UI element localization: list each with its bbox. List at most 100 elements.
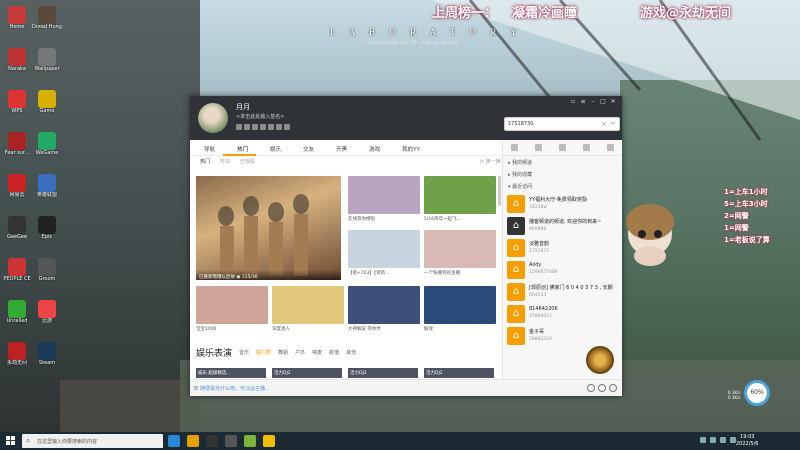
channel-card[interactable] bbox=[348, 176, 420, 214]
maximize-icon[interactable]: □ bbox=[600, 99, 606, 105]
ent-strip[interactable]: 活力DJ2 bbox=[272, 368, 342, 378]
subtab-watched[interactable]: 已观看 bbox=[240, 158, 255, 165]
channel-card[interactable] bbox=[348, 286, 420, 324]
message-icon[interactable] bbox=[582, 144, 590, 151]
badge-icon[interactable] bbox=[252, 124, 258, 130]
badge-icon[interactable] bbox=[276, 124, 282, 130]
tab-entertainment[interactable]: 娱乐 bbox=[256, 140, 289, 156]
clear-icon[interactable]: × bbox=[601, 120, 607, 128]
badge-icon[interactable] bbox=[244, 124, 250, 130]
ent-tab[interactable]: 舞蹈 bbox=[278, 349, 288, 356]
desktop-icon[interactable]: Wallpaper bbox=[32, 48, 62, 72]
taskbar-search[interactable]: ⌕ 在这里输入你要搜索的内容 bbox=[22, 434, 163, 448]
recent-channel-row[interactable]: ⌂ 播客频道的频道, 欢迎你的到来~ 890898 bbox=[503, 214, 622, 236]
badge-icon[interactable] bbox=[260, 124, 266, 130]
side-group[interactable]: ▸ 我的收藏 bbox=[503, 168, 622, 180]
tab-team[interactable]: 开黑 bbox=[322, 140, 355, 156]
recent-channel-row[interactable]: ⌂ 淡雅音韵 1751873 bbox=[503, 236, 622, 258]
desktop-icon[interactable]: 迅游 bbox=[32, 300, 62, 324]
settings-icon[interactable] bbox=[609, 384, 617, 392]
search-input[interactable]: 17518730 bbox=[508, 121, 533, 127]
desktop-icon[interactable]: 网易云 bbox=[2, 174, 32, 198]
group-icon[interactable] bbox=[558, 144, 566, 151]
side-group[interactable]: ▾ 最近访问 bbox=[503, 180, 622, 192]
ent-tab[interactable]: 喊麦 bbox=[312, 349, 322, 356]
channel-card[interactable] bbox=[424, 176, 496, 214]
network-gauge[interactable]: 60% bbox=[744, 380, 770, 406]
play-icon[interactable] bbox=[587, 384, 595, 392]
badge-icon[interactable] bbox=[236, 124, 242, 130]
ent-strip[interactable]: 活力DJ2 bbox=[424, 368, 494, 378]
network-icon[interactable] bbox=[710, 437, 716, 443]
home-icon[interactable] bbox=[511, 144, 519, 151]
channel-card[interactable] bbox=[272, 286, 344, 324]
rank-medal[interactable] bbox=[586, 346, 614, 374]
tray-up-icon[interactable] bbox=[700, 437, 706, 443]
desktop-icon[interactable]: Game bbox=[32, 90, 62, 114]
recent-channel-row[interactable]: ⌂ 金子哥 59802329 bbox=[503, 324, 622, 346]
desktop-icon[interactable]: Fear sur... bbox=[2, 132, 32, 156]
windows-start-icon[interactable] bbox=[6, 436, 15, 445]
skin-icon[interactable]: ▫ bbox=[570, 99, 576, 105]
desktop-icon[interactable]: Steam bbox=[32, 342, 62, 366]
desktop-icon[interactable]: WeGame bbox=[32, 132, 62, 156]
ent-strip[interactable]: 活力DJ2 bbox=[348, 368, 418, 378]
taskbar-app-icon[interactable] bbox=[244, 435, 256, 447]
chat-input[interactable]: 随便说点什么吧，可以@主播... bbox=[200, 385, 270, 392]
signature[interactable]: <单击此处输入签名> bbox=[236, 113, 284, 120]
channel-card[interactable] bbox=[424, 230, 496, 268]
recent-channel-row[interactable]: ⌂ 814842206 37868921 bbox=[503, 302, 622, 324]
tab-nav[interactable]: 导航 bbox=[190, 140, 223, 156]
emoji-icon[interactable] bbox=[598, 384, 606, 392]
desktop-icon[interactable]: GeeGee bbox=[2, 216, 32, 240]
desktop-icon[interactable]: Naraka bbox=[2, 48, 32, 72]
ent-tab[interactable]: 其他 bbox=[346, 349, 356, 356]
badge-icon[interactable] bbox=[284, 124, 290, 130]
ent-strip[interactable]: 娱乐 超级精选... bbox=[196, 368, 266, 378]
avatar[interactable] bbox=[198, 103, 228, 133]
recent-channel-row[interactable]: ⌂ [现原创] 佛家门 6 0 4 0 3 7 3 , 长期 604033 bbox=[503, 280, 622, 302]
tab-social[interactable]: 交友 bbox=[289, 140, 322, 156]
taskbar-app-icon[interactable] bbox=[168, 435, 180, 447]
recent-channel-row[interactable]: ⌂ YY福利大厅-免费领取奖励 34238w bbox=[503, 192, 622, 214]
clock[interactable]: 19:03 2022/5/6 bbox=[736, 434, 758, 448]
desktop-icon[interactable]: 永劫无间 bbox=[2, 342, 32, 366]
desktop-icon[interactable]: PEOPLE CE bbox=[2, 258, 32, 282]
refresh-button[interactable]: ⟳ 换一换 bbox=[480, 158, 501, 165]
search-box[interactable]: 17518730 × ↵ bbox=[504, 117, 620, 131]
taskbar-search-input[interactable]: 在这里输入你要搜索的内容 bbox=[37, 438, 97, 445]
side-group[interactable]: ▸ 我的频道 bbox=[503, 156, 622, 168]
tab-my-yy[interactable]: 我的YY bbox=[388, 140, 428, 156]
ent-tab[interactable]: 脱口秀 bbox=[256, 349, 271, 356]
subtab-known[interactable]: 可识 bbox=[220, 158, 230, 165]
taskbar-app-icon[interactable] bbox=[225, 435, 237, 447]
desktop-icon[interactable]: Epic bbox=[32, 216, 62, 240]
subtab-hot[interactable]: 热门 bbox=[200, 158, 210, 165]
taskbar-app-icon[interactable] bbox=[263, 435, 275, 447]
desktop-icon[interactable]: Unrailed bbox=[2, 300, 32, 324]
channel-card[interactable] bbox=[424, 286, 496, 324]
recent-channel-row[interactable]: ⌂ Aiidy 1596877489 bbox=[503, 258, 622, 280]
apps-icon[interactable] bbox=[606, 144, 614, 151]
desktop-icon[interactable]: 英雄联盟 bbox=[32, 174, 62, 198]
badge-icon[interactable] bbox=[268, 124, 274, 130]
taskbar-app-icon[interactable] bbox=[187, 435, 199, 447]
featured-card[interactable]: 已暴新哦哦以后依 ◉ 115/36 bbox=[196, 176, 341, 280]
ent-tab[interactable]: 颜值 bbox=[329, 349, 339, 356]
channel-card[interactable] bbox=[348, 230, 420, 268]
channel-card[interactable] bbox=[196, 286, 268, 324]
menu-icon[interactable]: ≡ bbox=[193, 384, 199, 392]
ent-tab[interactable]: 户外 bbox=[295, 349, 305, 356]
desktop-icon[interactable]: WPS bbox=[2, 90, 32, 114]
minimize-icon[interactable]: – bbox=[590, 99, 596, 105]
tab-games[interactable]: 游戏 bbox=[355, 140, 388, 156]
tab-hot[interactable]: 热门 bbox=[223, 140, 257, 156]
volume-icon[interactable] bbox=[720, 437, 726, 443]
close-icon[interactable]: ✕ bbox=[610, 99, 616, 105]
desktop-icon[interactable]: Groom bbox=[32, 258, 62, 282]
search-go-icon[interactable]: ↵ bbox=[611, 120, 616, 127]
desktop-icon[interactable]: Home bbox=[2, 6, 32, 30]
scrollbar[interactable] bbox=[498, 176, 501, 206]
contacts-icon[interactable] bbox=[535, 144, 543, 151]
taskbar-app-icon[interactable] bbox=[206, 435, 218, 447]
